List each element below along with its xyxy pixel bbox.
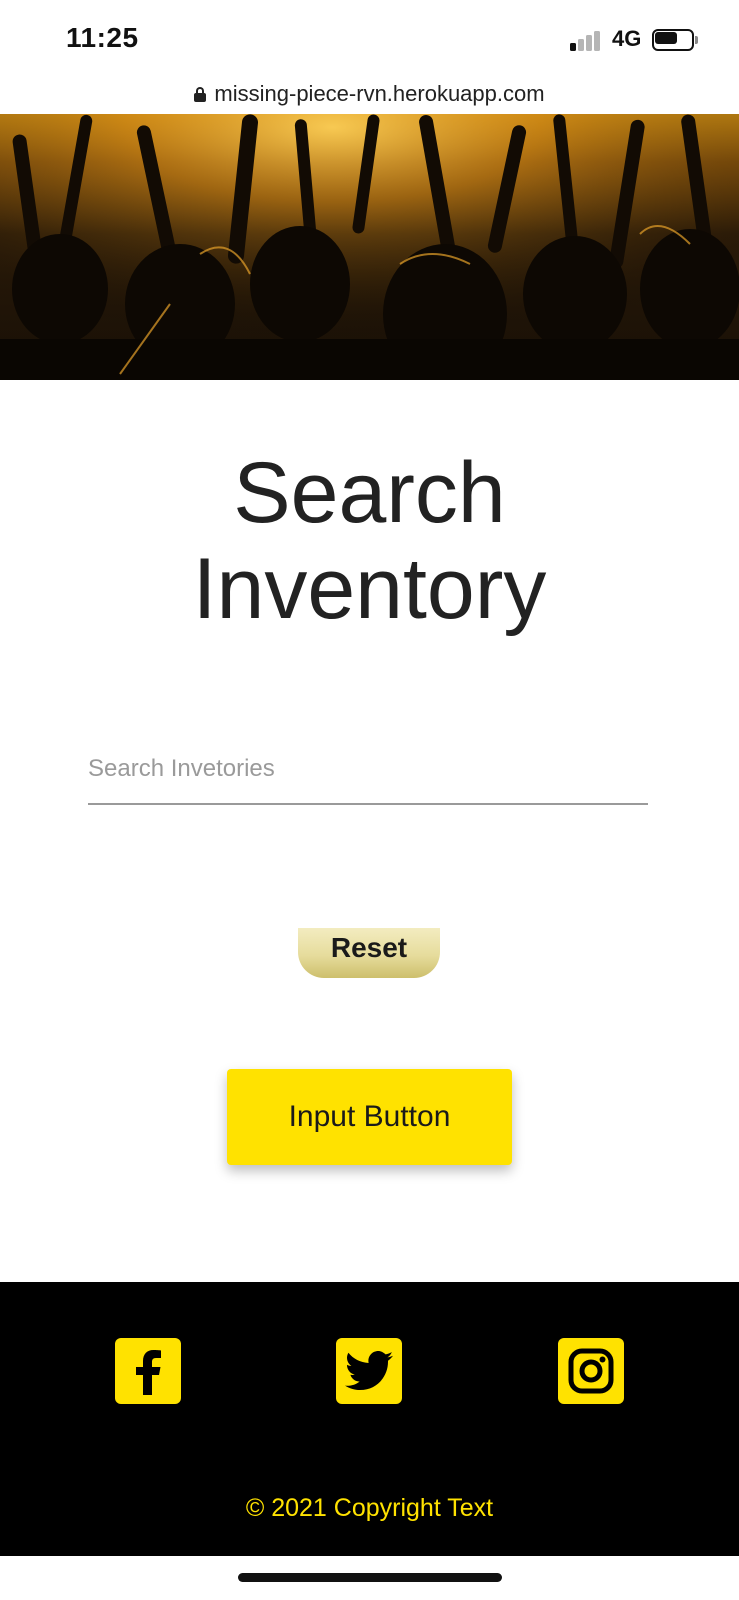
title-line-1: Search: [233, 445, 506, 541]
reset-button[interactable]: Reset: [298, 928, 440, 978]
home-indicator[interactable]: [238, 1573, 502, 1582]
address-bar[interactable]: missing-piece-rvn.herokuapp.com: [0, 74, 739, 114]
footer: © 2021 Copyright Text: [0, 1282, 739, 1556]
twitter-link[interactable]: [336, 1338, 402, 1404]
page-title: Search Inventory: [0, 445, 739, 637]
twitter-icon: [345, 1351, 393, 1390]
network-type: 4G: [612, 26, 642, 51]
battery-icon: [652, 29, 698, 51]
title-line-2: Inventory: [192, 541, 547, 637]
lock-icon: [194, 86, 207, 102]
signal-strength-icon: [570, 29, 602, 51]
status-time: 11:25: [66, 22, 139, 53]
facebook-link[interactable]: [115, 1338, 181, 1404]
copyright-text: © 2021 Copyright Text: [245, 1494, 494, 1522]
url-text: missing-piece-rvn.herokuapp.com: [214, 81, 545, 106]
instagram-icon: [568, 1348, 614, 1394]
input-button[interactable]: Input Button: [227, 1069, 512, 1165]
status-bar: 11:25 4G: [0, 0, 739, 80]
screen: 11:25 4G missing-piece-rvn.herokuapp.com: [0, 0, 739, 1600]
instagram-link[interactable]: [558, 1338, 624, 1404]
facebook-icon: [136, 1350, 161, 1395]
search-input[interactable]: [88, 745, 648, 805]
hero-image: [0, 114, 739, 380]
